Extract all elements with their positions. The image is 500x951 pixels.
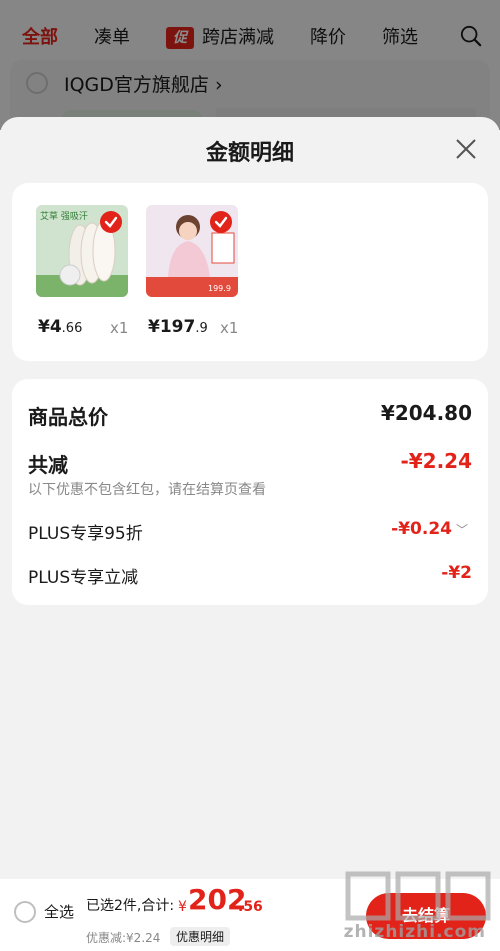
discount-note: 以下优惠不包含红包，请在结算页查看 <box>28 482 266 498</box>
discount-detail-button[interactable]: 优惠明细 <box>170 927 231 946</box>
discount-summary: 优惠减:¥2.24 <box>86 931 161 945</box>
product-item[interactable]: 艾草 强吸汗 ¥4.66 x1 <box>36 205 128 337</box>
amount-detail-sheet: 金额明细 艾草 强吸汗 ¥4.66 x1 199.9 ¥197.9 x1 商品总… <box>0 117 500 951</box>
plus-reduce-value: -¥2 <box>441 563 472 583</box>
plus-discount-label: PLUS专享95折 <box>28 524 143 544</box>
select-all-label[interactable]: 全选 <box>44 901 74 922</box>
select-all-radio[interactable] <box>14 901 36 923</box>
total-currency: ¥ <box>178 899 187 915</box>
totals-card: 商品总价 ¥204.80 共减 -¥2.24 以下优惠不包含红包，请在结算页查看… <box>12 379 488 605</box>
total-amount-dec: .56 <box>238 899 263 915</box>
product-qty: x1 <box>220 319 239 337</box>
reduce-value: -¥2.24 <box>400 449 472 473</box>
watermark-text: zhizhizhi.com <box>343 922 486 942</box>
product-price: ¥197.9 <box>148 317 208 337</box>
plus-reduce-label: PLUS专享立减 <box>28 568 139 588</box>
close-icon[interactable] <box>454 137 478 161</box>
product-price-int: ¥4 <box>38 317 62 337</box>
total-value: ¥204.80 <box>380 401 472 425</box>
background-page: 全部 凑单 促跨店满减 降价 筛选 IQGD官方旗舰店 › <box>0 0 500 130</box>
product-price-dec: .66 <box>61 321 83 336</box>
selected-check-icon <box>210 211 232 233</box>
chevron-down-icon[interactable]: ﹀ <box>456 523 468 537</box>
product-thumb: 艾草 强吸汗 <box>36 205 128 297</box>
selected-check-icon <box>100 211 122 233</box>
product-price-int: ¥197 <box>148 317 196 337</box>
products-card: 艾草 强吸汗 ¥4.66 x1 199.9 ¥197.9 x1 <box>12 183 488 361</box>
selected-summary: 已选2件,合计: <box>86 898 175 914</box>
thumb-caption: 艾草 强吸汗 <box>40 210 88 222</box>
product-item[interactable]: 199.9 ¥197.9 x1 <box>146 205 238 337</box>
reduce-label: 共减 <box>28 453 68 477</box>
product-qty: x1 <box>110 319 129 337</box>
product-price-dec: .9 <box>195 321 208 336</box>
total-label: 商品总价 <box>28 405 108 429</box>
overlay-dim[interactable] <box>0 0 500 130</box>
product-price: ¥4.66 <box>38 317 82 337</box>
thumb-caption: 199.9 <box>208 284 231 293</box>
plus-discount-value: -¥0.24 <box>391 519 452 539</box>
plus-discount-value-wrap: -¥0.24 ﹀ <box>391 519 468 539</box>
product-thumb: 199.9 <box>146 205 238 297</box>
sheet-title: 金额明细 <box>205 141 294 166</box>
